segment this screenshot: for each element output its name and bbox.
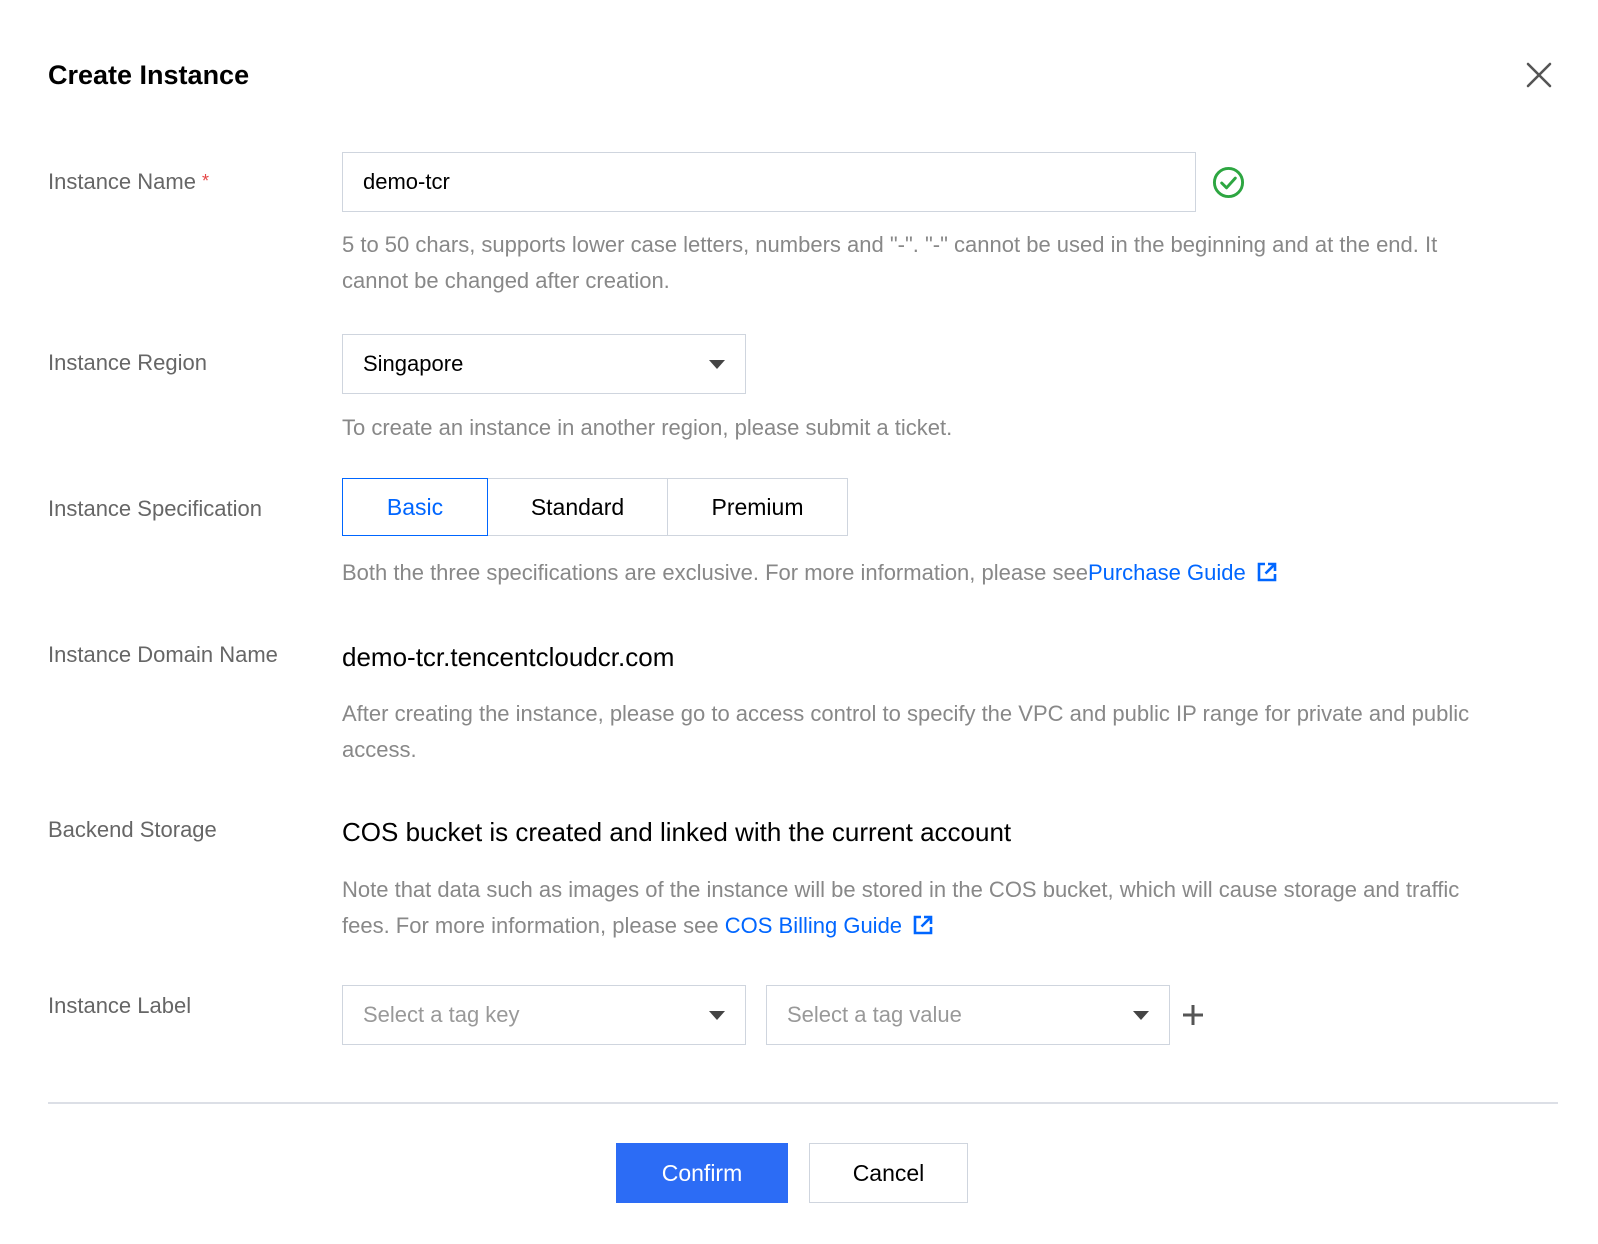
instance-specification-hint: Both the three specifications are exclus… <box>342 555 1502 591</box>
purchase-guide-link[interactable]: Purchase Guide <box>1088 560 1278 585</box>
specification-segmented-control: Basic Standard Premium <box>342 478 848 536</box>
required-mark: * <box>201 171 209 191</box>
instance-region-hint: To create an instance in another region,… <box>342 415 953 440</box>
instance-region-label: Instance Region <box>48 350 207 375</box>
tag-key-placeholder: Select a tag key <box>363 1002 520 1027</box>
instance-specification-label: Instance Specification <box>48 496 263 521</box>
tag-value-placeholder: Select a tag value <box>787 1002 962 1027</box>
cos-billing-guide-link[interactable]: COS Billing Guide <box>725 913 934 938</box>
add-tag-button[interactable] <box>1180 1002 1206 1028</box>
tag-key-select[interactable]: Select a tag key <box>342 985 746 1045</box>
instance-name-label: Instance Name * <box>48 169 209 194</box>
close-button[interactable] <box>1524 60 1554 90</box>
spec-option-premium[interactable]: Premium <box>667 478 848 536</box>
dialog-title: Create Instance <box>48 60 250 90</box>
cancel-button[interactable]: Cancel <box>809 1143 968 1203</box>
tag-value-select[interactable]: Select a tag value <box>766 985 1170 1045</box>
check-circle-icon <box>1212 166 1245 199</box>
instance-domain-hint: After creating the instance, please go t… <box>342 701 1470 762</box>
confirm-button[interactable]: Confirm <box>616 1143 788 1203</box>
chevron-down-icon <box>709 1010 725 1020</box>
instance-domain-value: demo-tcr.tencentcloudcr.com <box>342 642 675 672</box>
backend-storage-value: COS bucket is created and linked with th… <box>342 817 1012 847</box>
footer-divider <box>48 1102 1558 1104</box>
instance-name-input[interactable]: demo-tcr <box>342 152 1196 212</box>
instance-region-select[interactable]: Singapore <box>342 334 746 394</box>
instance-label-label: Instance Label <box>48 993 192 1018</box>
close-icon <box>1526 62 1552 88</box>
backend-storage-label: Backend Storage <box>48 817 217 842</box>
backend-storage-hint: Note that data such as images of the ins… <box>342 877 1460 938</box>
instance-name-hint: 5 to 50 chars, supports lower case lette… <box>342 232 1438 293</box>
instance-domain-label: Instance Domain Name <box>48 642 278 667</box>
chevron-down-icon <box>1133 1010 1149 1020</box>
spec-option-standard[interactable]: Standard <box>486 478 669 536</box>
create-instance-dialog: Create Instance Instance Name * demo-tcr … <box>0 0 1598 1244</box>
plus-icon <box>1183 1005 1203 1025</box>
instance-name-value: demo-tcr <box>363 169 450 194</box>
instance-region-value: Singapore <box>363 351 464 376</box>
chevron-down-icon <box>709 359 725 369</box>
spec-option-basic[interactable]: Basic <box>342 478 488 536</box>
external-link-icon <box>913 915 933 935</box>
external-link-icon <box>1257 562 1277 582</box>
